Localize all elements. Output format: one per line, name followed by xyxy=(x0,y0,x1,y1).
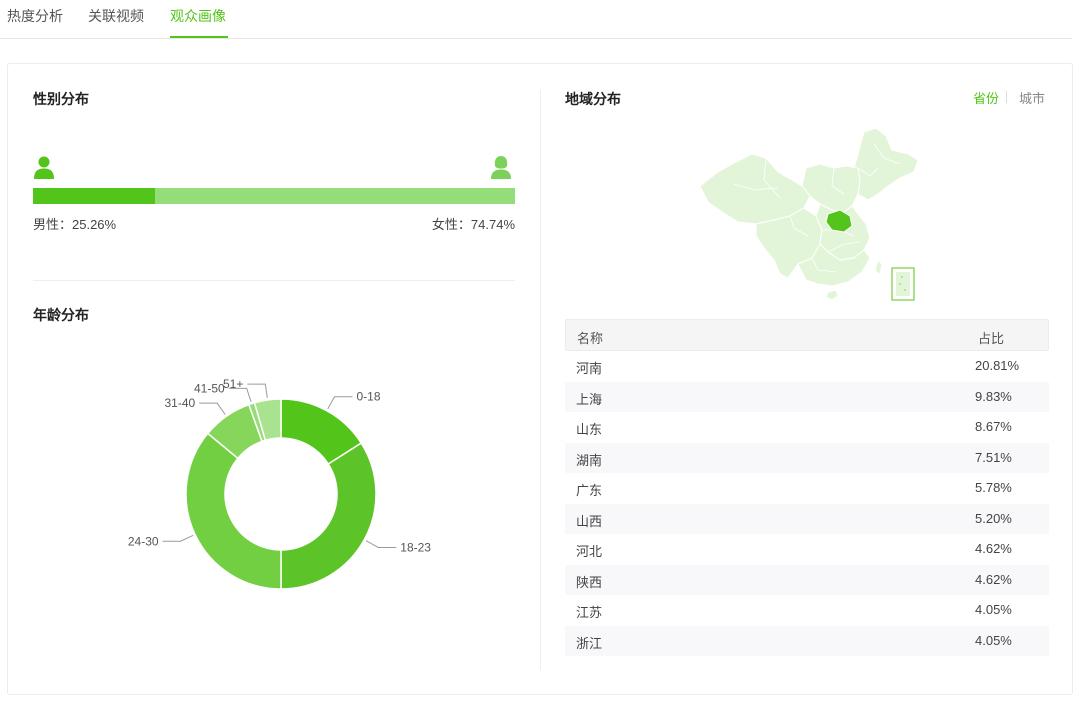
row-name: 上海 xyxy=(576,391,603,407)
row-name: 陕西 xyxy=(576,574,603,590)
leader-line-18-23 xyxy=(365,540,397,548)
tab-related-videos[interactable]: 关联视频 xyxy=(88,6,144,26)
south-china-sea-inset xyxy=(891,267,915,301)
row-percentage: 4.62% xyxy=(975,571,1012,587)
table-row[interactable]: 浙江 4.05% xyxy=(565,625,1049,656)
audience-profile-card: 性别分布 男性：25.26% 女性：74.74% 年龄分布 0-18 18-23 2… xyxy=(7,63,1073,695)
table-row[interactable]: 广东 5.78% xyxy=(565,473,1049,504)
row-name: 河北 xyxy=(576,544,603,559)
donut-label-0-18: 0-18 xyxy=(356,390,380,404)
row-percentage: 9.83% xyxy=(975,388,1012,404)
row-name: 山东 xyxy=(576,422,603,437)
donut-label-24-30: 24-30 xyxy=(128,534,159,548)
section-divider xyxy=(33,280,515,281)
region-table: 名称 占比 河南 20.81% 上海 9.83% 山东 8.67% 湖南 7.51% 广… xyxy=(565,319,1049,656)
age-section-title: 年龄分布 xyxy=(33,307,89,323)
table-row[interactable]: 山东 8.67% xyxy=(565,412,1049,443)
active-tab-indicator xyxy=(170,36,228,38)
province-switch[interactable]: 省份 xyxy=(973,88,999,107)
map-region-northeast xyxy=(853,127,919,201)
table-row[interactable]: 陕西 4.62% xyxy=(565,564,1049,595)
female-user-icon xyxy=(491,156,511,179)
row-name: 江苏 xyxy=(576,605,603,620)
donut-label-18-23: 18-23 xyxy=(400,540,431,554)
row-percentage: 4.62% xyxy=(975,541,1012,556)
gender-bar-male-fill xyxy=(33,188,155,204)
row-name: 河南 xyxy=(576,361,603,376)
city-switch[interactable]: 城市 xyxy=(1019,88,1045,107)
row-percentage: 20.81% xyxy=(975,358,1020,373)
map-region-north xyxy=(801,163,861,213)
tab-audience-profile[interactable]: 观众画像 xyxy=(170,6,226,26)
tab-bar: 热度分析 关联视频 观众画像 xyxy=(0,0,1072,39)
leader-line-0-18 xyxy=(327,396,353,410)
donut-label-51+: 51+ xyxy=(223,377,243,391)
row-name: 广东 xyxy=(576,483,603,498)
donut-label-31-40: 31-40 xyxy=(164,396,195,410)
table-row[interactable]: 河南 20.81% xyxy=(565,351,1049,382)
leader-line-51+ xyxy=(247,383,268,399)
china-map[interactable] xyxy=(694,124,930,304)
donut-slice-24-30[interactable] xyxy=(185,432,282,590)
map-region-hainan xyxy=(825,289,839,301)
table-row[interactable]: 河北 4.62% xyxy=(565,534,1049,565)
age-donut-chart: 0-18 18-23 24-30 31-4041-5051+ xyxy=(128,377,431,590)
switch-separator xyxy=(1006,91,1007,103)
table-row[interactable]: 上海 9.83% xyxy=(565,381,1049,412)
row-percentage: 8.67% xyxy=(975,419,1012,434)
row-percentage: 5.78% xyxy=(975,480,1012,495)
region-section-title: 地域分布 xyxy=(565,91,621,107)
header-name: 名称 xyxy=(577,331,604,346)
table-row[interactable]: 山西 5.20% xyxy=(565,503,1049,534)
donut-slice-18-23[interactable] xyxy=(280,442,377,590)
male-user-icon xyxy=(34,156,54,179)
male-percentage: 男性：25.26% xyxy=(33,217,117,232)
header-percentage: 占比 xyxy=(978,331,1005,346)
row-percentage: 4.05% xyxy=(975,632,1012,648)
row-name: 浙江 xyxy=(576,635,603,651)
leader-line-31-40 xyxy=(199,402,226,415)
female-percentage: 女性：74.74% xyxy=(431,217,515,232)
row-percentage: 5.20% xyxy=(975,510,1012,526)
map-region-taiwan xyxy=(874,259,883,275)
row-percentage: 4.05% xyxy=(975,602,1012,617)
column-divider xyxy=(540,90,541,670)
map-base xyxy=(699,127,919,301)
table-row[interactable]: 湖南 7.51% xyxy=(565,442,1049,473)
gender-ratio-bar xyxy=(33,188,515,204)
row-name: 山西 xyxy=(576,513,603,529)
leader-line-24-30 xyxy=(162,534,194,542)
table-row[interactable]: 江苏 4.05% xyxy=(565,595,1049,626)
tab-heat-analysis[interactable]: 热度分析 xyxy=(7,6,63,26)
row-percentage: 7.51% xyxy=(975,449,1012,465)
gender-section-title: 性别分布 xyxy=(33,91,89,107)
row-name: 湖南 xyxy=(576,452,603,468)
donut-label-41-50: 41-50 xyxy=(194,381,225,395)
table-header: 名称 占比 xyxy=(565,319,1049,351)
